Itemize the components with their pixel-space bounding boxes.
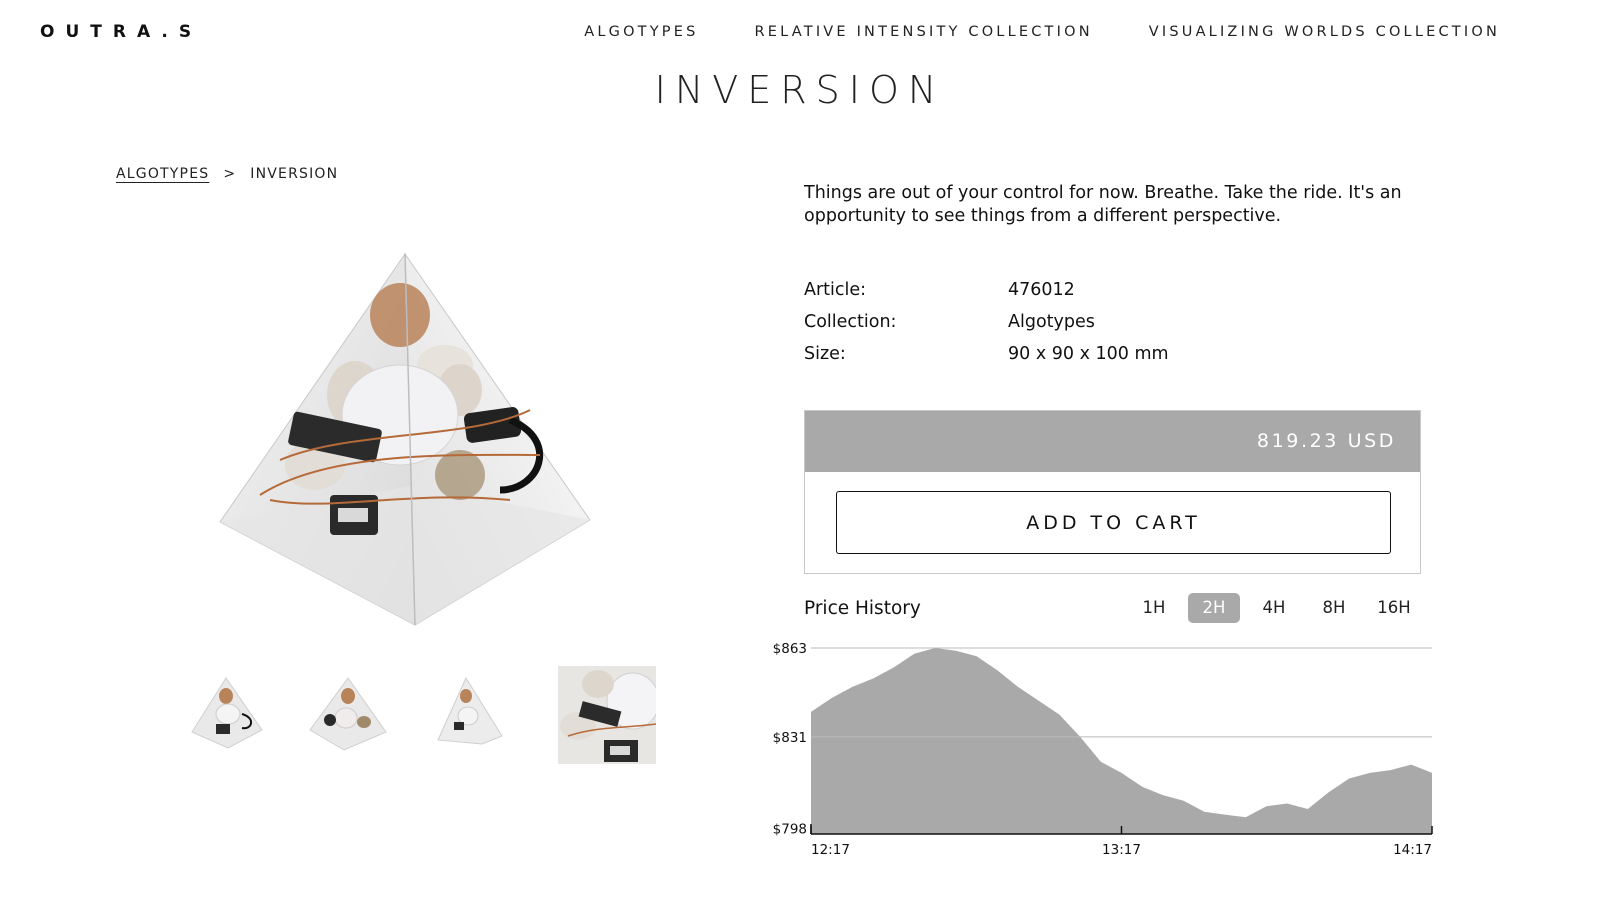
y-tick-label: $798 <box>773 821 807 837</box>
range-button-8h[interactable]: 8H <box>1308 593 1360 623</box>
breadcrumb-link-algotypes[interactable]: ALGOTYPES <box>116 166 209 182</box>
spec-label: Article: <box>804 280 867 300</box>
page-title: INVERSION <box>654 68 946 112</box>
purchase-box: 819.23 USD ADD TO CART <box>804 410 1421 574</box>
x-tick-label: 12:17 <box>811 842 850 858</box>
price-area <box>811 648 1432 834</box>
spec-value: 90 x 90 x 100 mm <box>1008 344 1169 364</box>
nav-relative-intensity-collection[interactable]: RELATIVE INTENSITY COLLECTION <box>755 24 1093 40</box>
range-button-16h[interactable]: 16H <box>1368 593 1420 623</box>
price-display: 819.23 USD <box>805 411 1420 472</box>
thumbnail-4[interactable] <box>558 666 656 764</box>
main-nav: ALGOTYPES RELATIVE INTENSITY COLLECTION … <box>584 24 1500 40</box>
spec-row-size: Size: 90 x 90 x 100 mm <box>804 338 1169 370</box>
range-button-4h[interactable]: 4H <box>1248 593 1300 623</box>
thumbnail-2[interactable] <box>308 674 388 754</box>
y-tick-label: $831 <box>773 730 807 746</box>
spec-value: Algotypes <box>1008 312 1095 332</box>
product-image <box>219 252 591 626</box>
nav-algotypes[interactable]: ALGOTYPES <box>584 24 698 40</box>
breadcrumb-separator: > <box>223 166 237 182</box>
add-to-cart-button[interactable]: ADD TO CART <box>836 491 1391 554</box>
thumbnail-3[interactable] <box>436 674 508 754</box>
thumbnail-1[interactable] <box>190 674 266 754</box>
thumbnail-strip <box>190 666 660 780</box>
range-button-1h[interactable]: 1H <box>1128 593 1180 623</box>
nav-visualizing-worlds-collection[interactable]: VISUALIZING WORLDS COLLECTION <box>1149 24 1500 40</box>
breadcrumb-current: INVERSION <box>250 166 339 182</box>
spec-value: 476012 <box>1008 280 1075 300</box>
spec-row-collection: Collection: Algotypes <box>804 306 1169 338</box>
spec-label: Size: <box>804 344 846 364</box>
logo[interactable]: OUTRA.S <box>40 22 202 42</box>
product-specs: Article: 476012 Collection: Algotypes Si… <box>804 274 1169 370</box>
time-range-selector: 1H 2H 4H 8H 16H <box>1128 593 1420 623</box>
x-tick-label: 13:17 <box>1102 842 1141 858</box>
price-history-title: Price History <box>804 598 921 619</box>
spec-label: Collection: <box>804 312 897 332</box>
spec-row-article: Article: 476012 <box>804 274 1169 306</box>
y-tick-label: $863 <box>773 641 807 657</box>
product-description: Things are out of your control for now. … <box>804 183 1402 226</box>
range-button-2h[interactable]: 2H <box>1188 593 1240 623</box>
x-tick-label: 14:17 <box>1393 842 1432 858</box>
breadcrumb: ALGOTYPES > INVERSION <box>116 166 338 182</box>
